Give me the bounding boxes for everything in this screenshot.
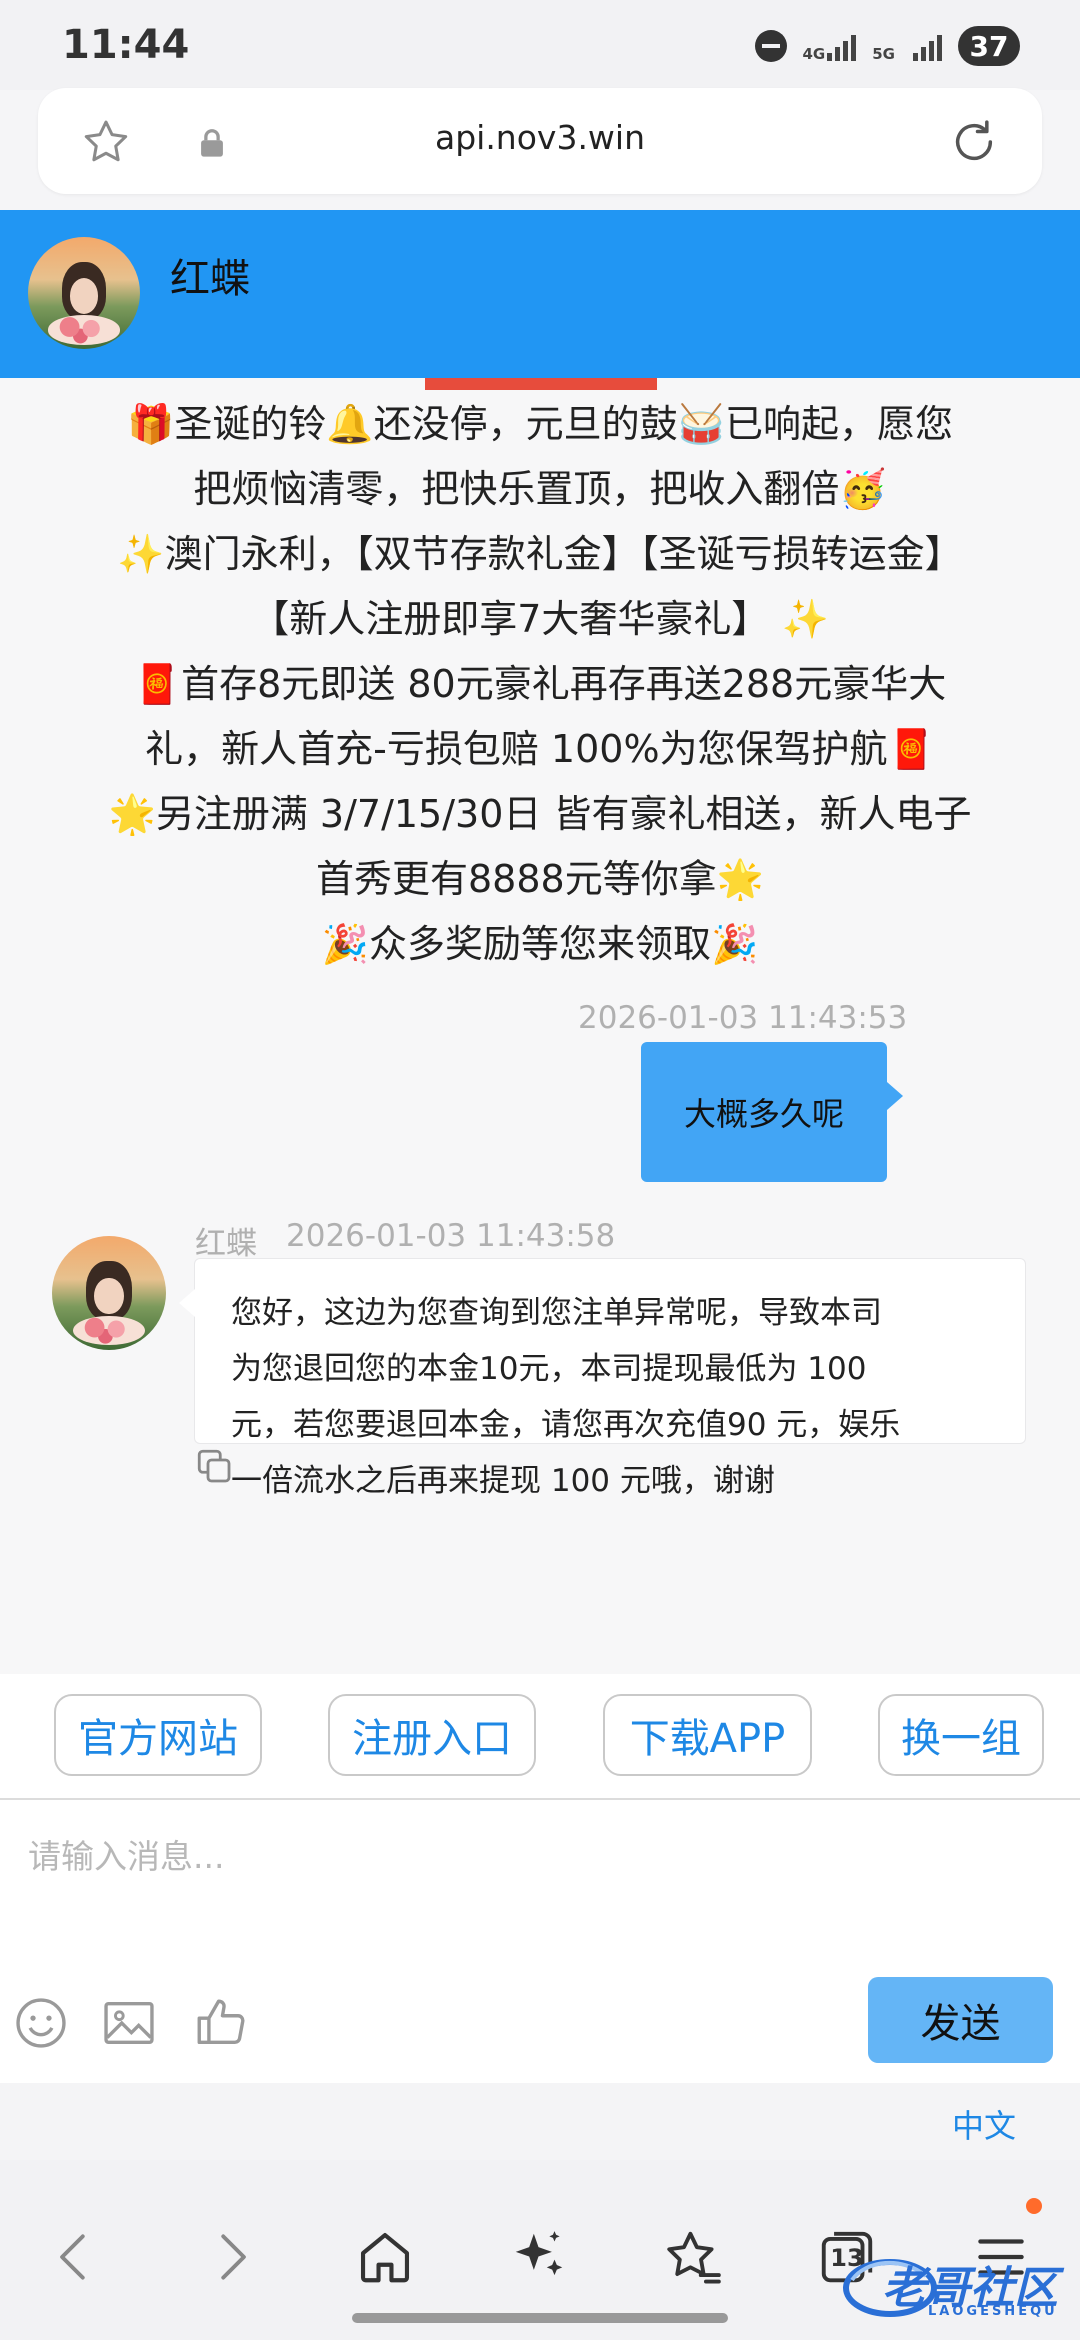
reload-icon[interactable] bbox=[946, 114, 1002, 170]
message-line: 为您退回您的本金10元，本司提现最低为 100 bbox=[231, 1351, 867, 1387]
send-button[interactable]: 发送 bbox=[868, 1977, 1053, 2063]
do-not-disturb-icon bbox=[754, 30, 787, 62]
promo-message: 🎁圣诞的铃🔔还没停，元旦的鼓🥁已响起，愿您 把烦恼清零，把快乐置顶，把收入翻倍🥳… bbox=[40, 392, 1040, 977]
shuffle-links-button[interactable]: 换一组 bbox=[878, 1694, 1044, 1776]
forward-icon[interactable] bbox=[200, 2226, 262, 2288]
promo-line: 礼，新人首充-亏损包赔 100%为您保驾护航🧧 bbox=[145, 727, 935, 771]
favorites-icon[interactable] bbox=[662, 2226, 724, 2288]
quick-links-bar: 官方网站 注册入口 下载APP 换一组 bbox=[0, 1674, 1080, 1798]
url-text[interactable]: api.nov3.win bbox=[38, 118, 1042, 157]
message-line: 您好，这边为您查询到您注单异常呢，导致本司 bbox=[231, 1295, 882, 1331]
composer: 请输入消息... 发送 bbox=[0, 1798, 1080, 2083]
sender-avatar[interactable] bbox=[52, 1236, 166, 1350]
contact-name: 红蝶 bbox=[170, 256, 250, 302]
promo-line: 🌟另注册满 3/7/15/30日 皆有豪礼相送，新人电子 bbox=[108, 792, 972, 836]
message-input[interactable]: 请输入消息... bbox=[28, 1830, 1028, 1878]
emoji-icon[interactable] bbox=[12, 1994, 70, 2052]
watermark-logo: 老哥社区 LAOGESHEQU bbox=[842, 2246, 1072, 2326]
promo-line: 首秀更有8888元等你拿🌟 bbox=[315, 857, 765, 901]
sparkle-icon[interactable] bbox=[508, 2226, 570, 2288]
download-app-button[interactable]: 下载APP bbox=[603, 1694, 812, 1776]
sent-message-bubble[interactable]: 大概多久呢 bbox=[641, 1042, 903, 1182]
message-line: 一倍流水之后再来提现 100 元哦，谢谢 bbox=[231, 1463, 775, 1499]
contact-avatar[interactable] bbox=[28, 237, 140, 349]
copy-icon[interactable] bbox=[194, 1446, 236, 1488]
sender-name: 红蝶 bbox=[195, 1226, 257, 1262]
notification-dot bbox=[1026, 2198, 1042, 2214]
received-message-bubble[interactable]: 您好，这边为您查询到您注单异常呢，导致本司 为您退回您的本金10元，本司提现最低… bbox=[179, 1258, 1026, 1499]
promo-line: 把烦恼清零，把快乐置顶，把收入翻倍🥳 bbox=[193, 467, 887, 511]
sent-timestamp: 2026-01-03 11:43:53 bbox=[578, 1000, 908, 1036]
signal-icon-4g: 4G bbox=[802, 31, 857, 63]
promo-line: ✨澳门永利，【双节存款礼金】【圣诞亏损转运金】 bbox=[117, 532, 963, 576]
language-bar: 中文 bbox=[0, 2083, 1080, 2160]
network-label-4g: 4G bbox=[802, 45, 826, 63]
language-switch[interactable]: 中文 bbox=[952, 2101, 1016, 2147]
network-label-5g: 5G bbox=[872, 45, 895, 63]
image-icon[interactable] bbox=[100, 1994, 158, 2052]
home-icon[interactable] bbox=[354, 2226, 416, 2288]
banner-edge bbox=[425, 378, 657, 390]
message-line: 元，若您要退回本金，请您再次充值90 元，娱乐 bbox=[231, 1407, 901, 1443]
official-site-button[interactable]: 官方网站 bbox=[54, 1694, 262, 1776]
chat-area[interactable]: 🎁圣诞的铃🔔还没停，元旦的鼓🥁已响起，愿您 把烦恼清零，把快乐置顶，把收入翻倍🥳… bbox=[0, 378, 1080, 1674]
status-icons: 4G 5G 37 bbox=[754, 26, 1020, 66]
back-icon[interactable] bbox=[44, 2226, 106, 2288]
chat-header: 红蝶 bbox=[0, 210, 1080, 378]
promo-line: 【新人注册即享7大奢华豪礼】 ✨ bbox=[251, 597, 829, 641]
promo-line: 🎉众多奖励等您来领取🎉 bbox=[321, 922, 759, 966]
thumbs-up-icon[interactable] bbox=[192, 1994, 250, 2052]
promo-line: 🧧首存8元即送 80元豪礼再存再送288元豪华大 bbox=[133, 662, 947, 706]
address-bar[interactable]: api.nov3.win bbox=[38, 88, 1042, 194]
watermark-subtext: LAOGESHEQU bbox=[928, 2304, 1058, 2319]
home-indicator[interactable] bbox=[352, 2313, 728, 2323]
status-bar: 11:44 4G 5G 37 bbox=[0, 0, 1080, 90]
signal-icon-5g: 5G bbox=[872, 31, 942, 63]
battery-indicator: 37 bbox=[958, 26, 1020, 66]
register-button[interactable]: 注册入口 bbox=[328, 1694, 536, 1776]
promo-line: 🎁圣诞的铃🔔还没停，元旦的鼓🥁已响起，愿您 bbox=[127, 402, 953, 446]
received-timestamp: 2026-01-03 11:43:58 bbox=[286, 1218, 616, 1254]
status-time: 11:44 bbox=[62, 22, 190, 68]
